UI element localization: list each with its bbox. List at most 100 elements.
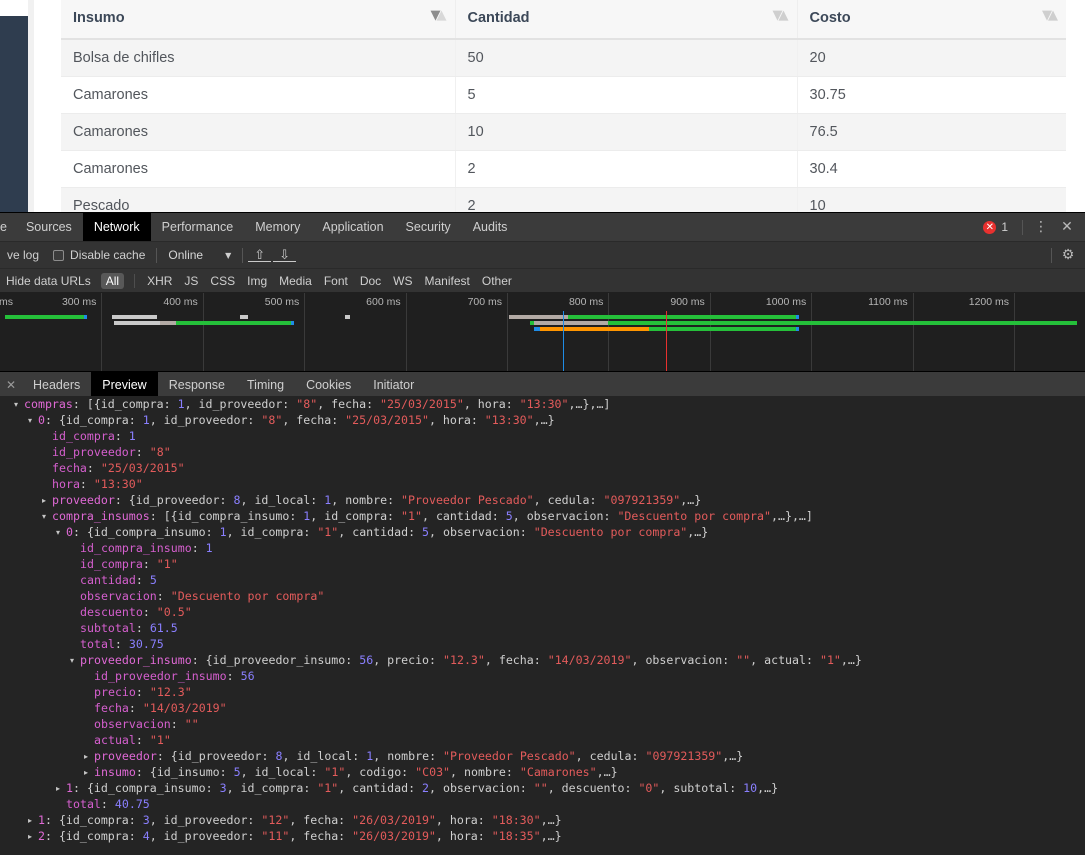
devtools-tab-memory[interactable]: Memory: [244, 213, 311, 241]
table-row[interactable]: Camarones 5 30.75: [61, 76, 1066, 114]
subtab-headers[interactable]: Headers: [22, 372, 91, 398]
json-tree-row[interactable]: subtotal: 61.5: [0, 620, 1085, 636]
table-row[interactable]: Bolsa de chifles 50 20: [61, 39, 1066, 77]
column-header-insumo[interactable]: Insumo ▼ ▲: [61, 0, 456, 40]
error-count-badge[interactable]: ✕ 1: [975, 220, 1016, 234]
json-tree-row[interactable]: ▸ 2: {id_compra: 4, id_proveedor: "11", f…: [0, 828, 1085, 844]
json-tree-row[interactable]: fecha: "25/03/2015": [0, 460, 1085, 476]
json-tree-row[interactable]: cantidad: 5: [0, 572, 1085, 588]
triangle-down-icon[interactable]: ▾: [28, 413, 38, 429]
json-tree-row[interactable]: actual: "1": [0, 732, 1085, 748]
subtab-cookies[interactable]: Cookies: [295, 372, 362, 398]
triangle-right-icon[interactable]: ▸: [28, 813, 38, 829]
timeline-tick-label: 1000 ms: [765, 296, 807, 308]
json-tree-row[interactable]: ▾ 0: {id_compra_insumo: 1, id_compra: "1"…: [0, 524, 1085, 540]
json-tree-row[interactable]: id_compra: "1": [0, 556, 1085, 572]
import-har-icon[interactable]: ⇧: [247, 248, 272, 263]
table-row[interactable]: Pescado 2 10: [61, 187, 1066, 212]
json-tree-row[interactable]: ▾ compra_insumos: [{id_compra_insumo: 1, …: [0, 508, 1085, 524]
json-tree-row[interactable]: ▾ 0: {id_compra: 1, id_proveedor: "8", fe…: [0, 412, 1085, 428]
triangle-right-icon[interactable]: ▸: [84, 749, 94, 765]
table-row[interactable]: Camarones 10 76.5: [61, 113, 1066, 151]
json-tree-row[interactable]: id_proveedor_insumo: 56: [0, 668, 1085, 684]
disable-cache-checkbox[interactable]: Disable cache: [46, 248, 152, 262]
json-tree-row[interactable]: precio: "12.3": [0, 684, 1085, 700]
devtools-tab-audits[interactable]: Audits: [462, 213, 519, 241]
json-tree-row[interactable]: ▸ 1: {id_compra_insumo: 3, id_compra: "1"…: [0, 780, 1085, 796]
kebab-menu-icon[interactable]: ⋮: [1029, 215, 1053, 239]
devtools-tab-sources[interactable]: Sources: [15, 213, 83, 241]
json-token: , cantidad:: [338, 525, 423, 539]
close-icon[interactable]: ✕: [1055, 215, 1079, 239]
json-tree-row[interactable]: ▾ compras: [{id_compra: 1, id_proveedor: …: [0, 396, 1085, 412]
throttling-value: Online: [168, 248, 204, 262]
triangle-right-icon[interactable]: ▸: [28, 829, 38, 845]
json-tree-row[interactable]: total: 30.75: [0, 636, 1085, 652]
json-tree-row[interactable]: id_compra: 1: [0, 428, 1085, 444]
json-token: , nombre:: [331, 493, 402, 507]
devtools-tab-performance[interactable]: Performance: [151, 213, 245, 241]
json-tree-row[interactable]: ▸ proveedor: {id_proveedor: 8, id_local: …: [0, 748, 1085, 764]
sort-both-icon[interactable]: ▼ ▲: [1042, 9, 1058, 24]
column-header-costo[interactable]: Costo ▼ ▲: [797, 0, 1066, 40]
json-token: "Proveedor Pescado": [443, 749, 576, 763]
filter-type-other[interactable]: Other: [476, 274, 518, 288]
json-token: , observacion:: [429, 525, 534, 539]
triangle-right-icon[interactable]: ▸: [56, 781, 66, 797]
triangle-down-icon[interactable]: ▾: [70, 653, 80, 669]
devtools-tab-network[interactable]: Network: [82, 213, 151, 241]
sort-both-icon[interactable]: ▼ ▲: [773, 9, 789, 24]
subtab-initiator-label: Initiator: [373, 378, 415, 392]
preserve-log-checkbox[interactable]: ve log: [0, 248, 46, 262]
filter-type-img[interactable]: Img: [241, 274, 273, 288]
json-token: : {id_compra:: [44, 413, 143, 427]
json-preview-tree[interactable]: ▾ compras: [{id_compra: 1, id_proveedor: …: [0, 396, 1085, 855]
triangle-down-icon[interactable]: ▾: [14, 397, 24, 413]
json-tree-row[interactable]: ▸ insumo: {id_insumo: 5, id_local: "1", c…: [0, 764, 1085, 780]
hide-data-urls-checkbox[interactable]: Hide data URLs: [0, 274, 97, 288]
export-har-icon[interactable]: ⇩: [272, 248, 297, 263]
json-tree-row[interactable]: observacion: "Descuento por compra": [0, 588, 1085, 604]
filter-type-media[interactable]: Media: [273, 274, 318, 288]
json-tree-row[interactable]: hora: "13:30": [0, 476, 1085, 492]
gear-icon[interactable]: ⚙: [1056, 243, 1080, 267]
triangle-right-icon[interactable]: ▸: [42, 493, 52, 509]
subtab-preview[interactable]: Preview: [91, 372, 158, 398]
json-tree-row[interactable]: id_compra_insumo: 1: [0, 540, 1085, 556]
filter-type-xhr[interactable]: XHR: [141, 274, 178, 288]
cell-cantidad: 2: [455, 187, 798, 212]
filter-type-doc[interactable]: Doc: [354, 274, 387, 288]
triangle-down-icon[interactable]: ▾: [56, 525, 66, 541]
json-token: 1: [177, 397, 185, 411]
subtab-response[interactable]: Response: [158, 372, 236, 398]
filter-type-all[interactable]: All: [100, 272, 125, 289]
sort-both-icon[interactable]: ▼ ▲: [431, 9, 447, 24]
filter-type-js[interactable]: JS: [178, 274, 204, 288]
json-tree-row[interactable]: observacion: "": [0, 716, 1085, 732]
subtab-timing[interactable]: Timing: [236, 372, 295, 398]
close-icon[interactable]: ✕: [0, 372, 22, 398]
network-overview-waterfall[interactable]: 300 ms 400 ms 500 ms 600 ms 700 ms 800 ms 900 …: [0, 293, 1085, 372]
subtab-initiator[interactable]: Initiator: [362, 372, 425, 398]
json-tree-row[interactable]: id_proveedor: "8": [0, 444, 1085, 460]
json-tree-row[interactable]: descuento: "0.5": [0, 604, 1085, 620]
json-tree-row[interactable]: fecha: "14/03/2019": [0, 700, 1085, 716]
devtools-tab-clipped[interactable]: e: [0, 213, 15, 241]
filter-type-font[interactable]: Font: [318, 274, 354, 288]
devtools-tab-application[interactable]: Application: [311, 213, 394, 241]
triangle-right-icon[interactable]: ▸: [84, 765, 94, 781]
json-tree-row[interactable]: ▾ proveedor_insumo: {id_proveedor_insumo:…: [0, 652, 1085, 668]
devtools-tab-security[interactable]: Security: [395, 213, 462, 241]
triangle-down-icon[interactable]: ▾: [42, 509, 52, 525]
throttling-select[interactable]: Online ▼: [161, 248, 238, 262]
table-row[interactable]: Camarones 2 30.4: [61, 150, 1066, 188]
filter-type-ws[interactable]: WS: [387, 274, 418, 288]
json-tree-row[interactable]: total: 40.75: [0, 796, 1085, 812]
json-tree-row[interactable]: ▸ 1: {id_compra: 3, id_proveedor: "12", f…: [0, 812, 1085, 828]
filter-type-css[interactable]: CSS: [204, 274, 241, 288]
column-header-cantidad[interactable]: Cantidad ▼ ▲: [455, 0, 798, 40]
filter-type-manifest[interactable]: Manifest: [419, 274, 476, 288]
json-tree-row[interactable]: ▸ proveedor: {id_proveedor: 8, id_local: …: [0, 492, 1085, 508]
